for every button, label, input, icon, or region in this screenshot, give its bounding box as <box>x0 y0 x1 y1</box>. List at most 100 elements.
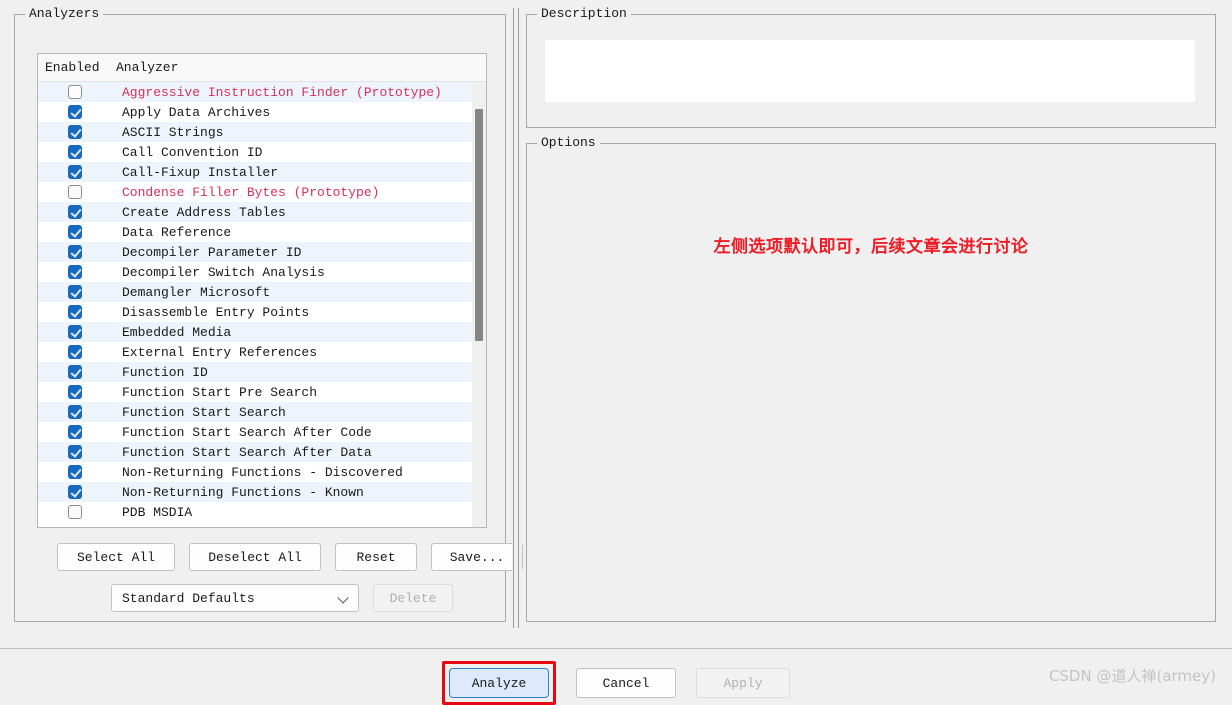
delete-preset-button[interactable]: Delete <box>373 584 453 612</box>
analyzer-name: PDB MSDIA <box>116 505 486 520</box>
analyze-button[interactable]: Analyze <box>449 668 549 698</box>
table-row[interactable]: Function Start Pre Search <box>38 382 486 402</box>
table-row[interactable]: Create Address Tables <box>38 202 486 222</box>
checkbox-checked-icon[interactable] <box>68 245 82 259</box>
enabled-cell[interactable] <box>38 125 116 139</box>
checkbox-checked-icon[interactable] <box>68 305 82 319</box>
checkbox-checked-icon[interactable] <box>68 485 82 499</box>
table-row[interactable]: Aggressive Instruction Finder (Prototype… <box>38 82 486 102</box>
table-row[interactable]: Demangler Microsoft <box>38 282 486 302</box>
table-row[interactable]: Function Start Search After Code <box>38 422 486 442</box>
description-text-area[interactable] <box>545 40 1195 102</box>
reset-button[interactable]: Reset <box>335 543 417 571</box>
enabled-cell[interactable] <box>38 265 116 279</box>
checkbox-checked-icon[interactable] <box>68 405 82 419</box>
checkbox-checked-icon[interactable] <box>68 145 82 159</box>
analyzer-row-list[interactable]: Aggressive Instruction Finder (Prototype… <box>38 82 486 528</box>
analyzers-group: Analyzers Enabled Analyzer Aggressive In… <box>14 14 506 622</box>
enabled-cell[interactable] <box>38 205 116 219</box>
enabled-cell[interactable] <box>38 505 116 519</box>
analyzer-name: Aggressive Instruction Finder (Prototype… <box>116 85 486 100</box>
checkbox-checked-icon[interactable] <box>68 205 82 219</box>
description-group-title: Description <box>537 7 631 21</box>
table-row[interactable]: ASCII Strings <box>38 122 486 142</box>
enabled-cell[interactable] <box>38 245 116 259</box>
checkbox-checked-icon[interactable] <box>68 325 82 339</box>
analyzer-name: Disassemble Entry Points <box>116 305 486 320</box>
analyzer-name: Embedded Media <box>116 325 486 340</box>
enabled-cell[interactable] <box>38 325 116 339</box>
analyzer-list-scrollbar[interactable] <box>472 82 486 528</box>
preset-select[interactable]: Standard Defaults <box>111 584 359 612</box>
apply-button[interactable]: Apply <box>696 668 790 698</box>
enabled-cell[interactable] <box>38 345 116 359</box>
column-header-analyzer: Analyzer <box>116 60 486 75</box>
analyzer-name: Function Start Pre Search <box>116 385 486 400</box>
table-row[interactable]: Disassemble Entry Points <box>38 302 486 322</box>
options-annotation-text: 左侧选项默认即可，后续文章会进行讨论 <box>527 232 1215 257</box>
table-row[interactable]: Decompiler Switch Analysis <box>38 262 486 282</box>
enabled-cell[interactable] <box>38 85 116 99</box>
table-row[interactable]: Decompiler Parameter ID <box>38 242 486 262</box>
table-row[interactable]: Apply Data Archives <box>38 102 486 122</box>
splitter-line-right <box>518 8 519 628</box>
enabled-cell[interactable] <box>38 105 116 119</box>
enabled-cell[interactable] <box>38 385 116 399</box>
analyzer-name: Create Address Tables <box>116 205 486 220</box>
checkbox-checked-icon[interactable] <box>68 225 82 239</box>
save-button[interactable]: Save... <box>431 543 523 571</box>
analyzer-table-header: Enabled Analyzer <box>38 54 486 82</box>
table-row[interactable]: Condense Filler Bytes (Prototype) <box>38 182 486 202</box>
analyzer-name: Non-Returning Functions - Known <box>116 485 486 500</box>
enabled-cell[interactable] <box>38 285 116 299</box>
table-row[interactable]: Function Start Search <box>38 402 486 422</box>
checkbox-checked-icon[interactable] <box>68 445 82 459</box>
select-all-button[interactable]: Select All <box>57 543 175 571</box>
analysis-options-dialog: Analyzers Enabled Analyzer Aggressive In… <box>0 0 1232 703</box>
checkbox-checked-icon[interactable] <box>68 265 82 279</box>
checkbox-checked-icon[interactable] <box>68 465 82 479</box>
checkbox-checked-icon[interactable] <box>68 365 82 379</box>
checkbox-unchecked-icon[interactable] <box>68 185 82 199</box>
enabled-cell[interactable] <box>38 365 116 379</box>
table-row[interactable]: Non-Returning Functions - Discovered <box>38 462 486 482</box>
analyzer-name: ASCII Strings <box>116 125 486 140</box>
table-row[interactable]: External Entry References <box>38 342 486 362</box>
checkbox-checked-icon[interactable] <box>68 105 82 119</box>
enabled-cell[interactable] <box>38 425 116 439</box>
table-row[interactable]: Call Convention ID <box>38 142 486 162</box>
options-group-title: Options <box>537 136 600 150</box>
checkbox-checked-icon[interactable] <box>68 345 82 359</box>
description-group: Description <box>526 14 1216 128</box>
enabled-cell[interactable] <box>38 165 116 179</box>
enabled-cell[interactable] <box>38 145 116 159</box>
checkbox-unchecked-icon[interactable] <box>68 505 82 519</box>
checkbox-unchecked-icon[interactable] <box>68 85 82 99</box>
table-row[interactable]: Data Reference <box>38 222 486 242</box>
enabled-cell[interactable] <box>38 405 116 419</box>
deselect-all-button[interactable]: Deselect All <box>189 543 321 571</box>
table-row[interactable]: Call-Fixup Installer <box>38 162 486 182</box>
table-row[interactable]: Non-Returning Functions - Known <box>38 482 486 502</box>
analyzer-name: Function ID <box>116 365 486 380</box>
enabled-cell[interactable] <box>38 185 116 199</box>
preset-row: Standard Defaults Delete <box>111 584 453 612</box>
enabled-cell[interactable] <box>38 465 116 479</box>
checkbox-checked-icon[interactable] <box>68 165 82 179</box>
table-row[interactable]: PDB MSDIA <box>38 502 486 522</box>
enabled-cell[interactable] <box>38 225 116 239</box>
table-row[interactable]: Function Start Search After Data <box>38 442 486 462</box>
enabled-cell[interactable] <box>38 445 116 459</box>
checkbox-checked-icon[interactable] <box>68 285 82 299</box>
table-row[interactable]: Embedded Media <box>38 322 486 342</box>
analyzer-name: Data Reference <box>116 225 486 240</box>
enabled-cell[interactable] <box>38 485 116 499</box>
enabled-cell[interactable] <box>38 305 116 319</box>
panel-splitter[interactable] <box>512 8 522 628</box>
cancel-button[interactable]: Cancel <box>576 668 676 698</box>
table-row[interactable]: Function ID <box>38 362 486 382</box>
scrollbar-thumb[interactable] <box>475 109 483 341</box>
checkbox-checked-icon[interactable] <box>68 425 82 439</box>
checkbox-checked-icon[interactable] <box>68 385 82 399</box>
checkbox-checked-icon[interactable] <box>68 125 82 139</box>
